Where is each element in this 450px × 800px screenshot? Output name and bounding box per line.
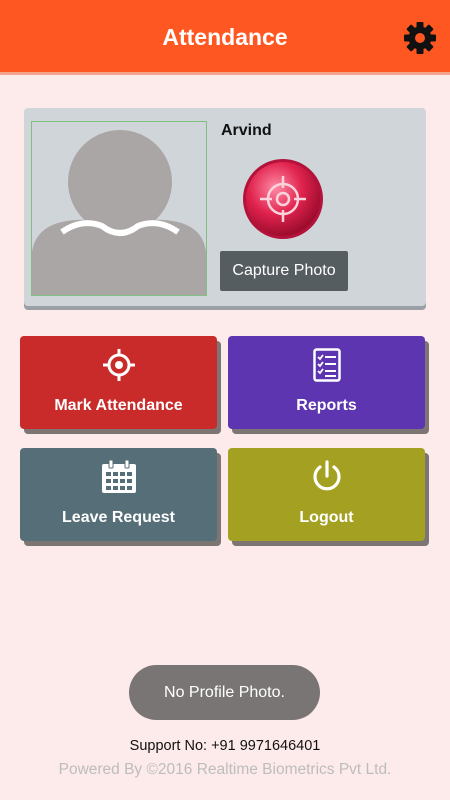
- crosshair-target-icon[interactable]: [242, 158, 324, 240]
- tile-label: Logout: [299, 509, 354, 526]
- profile-card: Arvind Capture Photo: [24, 108, 426, 306]
- tile-label: Mark Attendance: [54, 397, 183, 414]
- app-bar: Attendance: [0, 0, 450, 72]
- tile-label: Reports: [296, 397, 357, 414]
- mark-attendance-button[interactable]: Mark Attendance: [20, 336, 217, 429]
- logout-button[interactable]: Logout: [228, 448, 425, 541]
- calendar-icon: [101, 460, 136, 493]
- checklist-icon: [312, 348, 341, 382]
- user-name: Arvind: [221, 122, 272, 139]
- leave-request-button[interactable]: Leave Request: [20, 448, 217, 541]
- power-icon: [312, 460, 341, 491]
- gear-icon[interactable]: [402, 20, 438, 56]
- reports-button[interactable]: Reports: [228, 336, 425, 429]
- tile-label: Leave Request: [62, 509, 175, 526]
- support-number: Support No: +91 9971646401: [129, 738, 321, 754]
- capture-photo-button[interactable]: Capture Photo: [220, 251, 348, 291]
- app-title: Attendance: [162, 24, 288, 50]
- person-silhouette-icon: [32, 130, 206, 295]
- powered-by-text: Powered By ©2016 Realtime Biometrics Pvt…: [58, 761, 392, 778]
- toast-message: No Profile Photo.: [129, 665, 320, 720]
- crosshair-icon: [102, 349, 135, 381]
- profile-photo: [31, 121, 207, 296]
